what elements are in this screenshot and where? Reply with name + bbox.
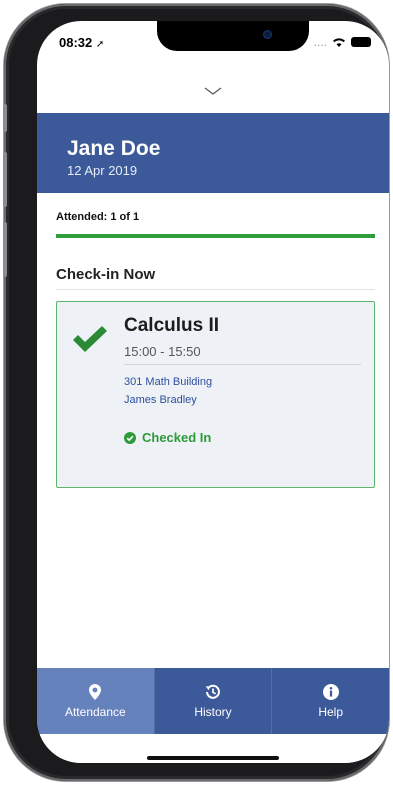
- checked-in-status: Checked In: [124, 430, 211, 445]
- course-title: Calculus II: [124, 315, 220, 336]
- tab-attendance[interactable]: Attendance: [37, 668, 154, 734]
- bottom-tab-bar: Attendance History Help: [37, 668, 389, 734]
- battery-icon: [351, 37, 371, 47]
- camera-icon: [263, 30, 272, 39]
- phone-screen: 08:32 ➚ .... Jane Doe 12 Apr 2019 Attend…: [37, 21, 389, 763]
- class-time: 15:00 - 15:50: [124, 344, 201, 359]
- status-indicators: ....: [314, 35, 371, 49]
- status-time: 08:32 ➚: [59, 35, 105, 50]
- checkmark-icon: [73, 326, 107, 352]
- tab-help[interactable]: Help: [272, 668, 389, 734]
- phone-frame: 08:32 ➚ .... Jane Doe 12 Apr 2019 Attend…: [3, 4, 389, 781]
- student-header: Jane Doe 12 Apr 2019: [37, 113, 389, 193]
- attendance-progress-fill: [56, 234, 375, 238]
- info-icon: [322, 683, 339, 700]
- class-card[interactable]: Calculus II 15:00 - 15:50 301 Math Build…: [56, 301, 375, 488]
- attendance-progress-bar: [56, 234, 375, 238]
- location-pin-icon: [89, 683, 102, 700]
- wifi-icon: [333, 37, 345, 47]
- chevron-down-icon: [204, 87, 222, 95]
- attended-count: Attended: 1 of 1: [56, 211, 140, 223]
- notch: [157, 21, 309, 51]
- card-divider: [124, 364, 361, 365]
- home-indicator[interactable]: [147, 756, 279, 760]
- tab-history-label: History: [194, 704, 232, 719]
- mute-switch: [3, 104, 7, 132]
- student-name: Jane Doe: [67, 137, 161, 160]
- check-circle-icon: [124, 431, 136, 444]
- tab-attendance-label: Attendance: [64, 704, 126, 719]
- checked-in-label: Checked In: [142, 430, 212, 445]
- tab-help-label: Help: [318, 704, 344, 719]
- tab-history[interactable]: History: [153, 668, 273, 734]
- history-icon: [205, 684, 220, 699]
- class-teacher: James Bradley: [124, 394, 197, 406]
- current-date: 12 Apr 2019: [67, 163, 138, 178]
- dismiss-chevron[interactable]: [37, 87, 389, 107]
- section-title: Check-in Now: [56, 266, 375, 290]
- volume-down-button: [3, 222, 7, 277]
- signal-icon: ....: [313, 35, 327, 49]
- location-arrow-icon: ➚: [95, 39, 105, 50]
- volume-up-button: [3, 152, 7, 207]
- class-location: 301 Math Building: [124, 376, 213, 388]
